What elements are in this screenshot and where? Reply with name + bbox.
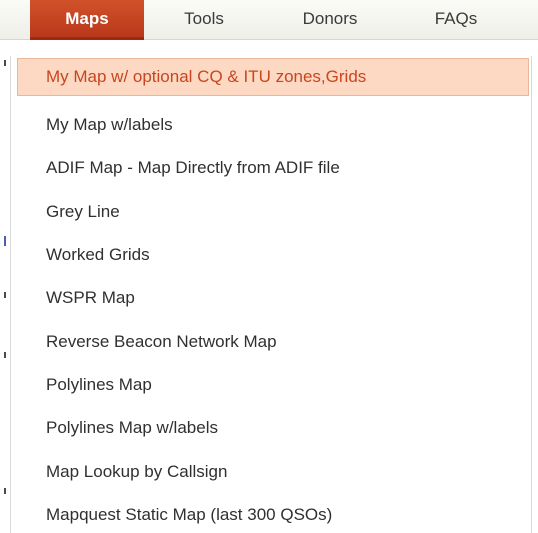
nav-tab-faqs[interactable]: FAQs <box>402 0 510 40</box>
page: Maps Tools Donors FAQs My Map w/ optiona… <box>0 0 538 533</box>
nav-tab-tools[interactable]: Tools <box>148 0 260 40</box>
maps-dropdown-menu: My Map w/ optional CQ & ITU zones,Grids … <box>10 56 532 533</box>
menu-item-my-map-labels[interactable]: My Map w/labels <box>17 106 529 144</box>
nav-tab-donors[interactable]: Donors <box>270 0 390 40</box>
edge-mark <box>4 60 6 66</box>
menu-item-my-map-zones-grids[interactable]: My Map w/ optional CQ & ITU zones,Grids <box>17 58 529 96</box>
menu-item-adif-map[interactable]: ADIF Map - Map Directly from ADIF file <box>17 149 529 187</box>
menu-item-polylines-map-labels[interactable]: Polylines Map w/labels <box>17 409 529 447</box>
page-background-edge <box>0 40 10 533</box>
edge-mark <box>4 236 6 246</box>
edge-mark <box>4 292 6 298</box>
menu-item-polylines-map[interactable]: Polylines Map <box>17 366 529 404</box>
nav-tab-maps[interactable]: Maps <box>30 0 144 40</box>
top-nav-bar: Maps Tools Donors FAQs <box>0 0 538 40</box>
edge-mark <box>4 352 6 358</box>
edge-mark <box>4 488 6 494</box>
menu-item-reverse-beacon-network-map[interactable]: Reverse Beacon Network Map <box>17 323 529 361</box>
menu-item-grey-line[interactable]: Grey Line <box>17 193 529 231</box>
menu-item-worked-grids[interactable]: Worked Grids <box>17 236 529 274</box>
menu-item-mapquest-static-map[interactable]: Mapquest Static Map (last 300 QSOs) <box>17 496 529 533</box>
menu-item-wspr-map[interactable]: WSPR Map <box>17 279 529 317</box>
menu-item-map-lookup-by-callsign[interactable]: Map Lookup by Callsign <box>17 453 529 491</box>
